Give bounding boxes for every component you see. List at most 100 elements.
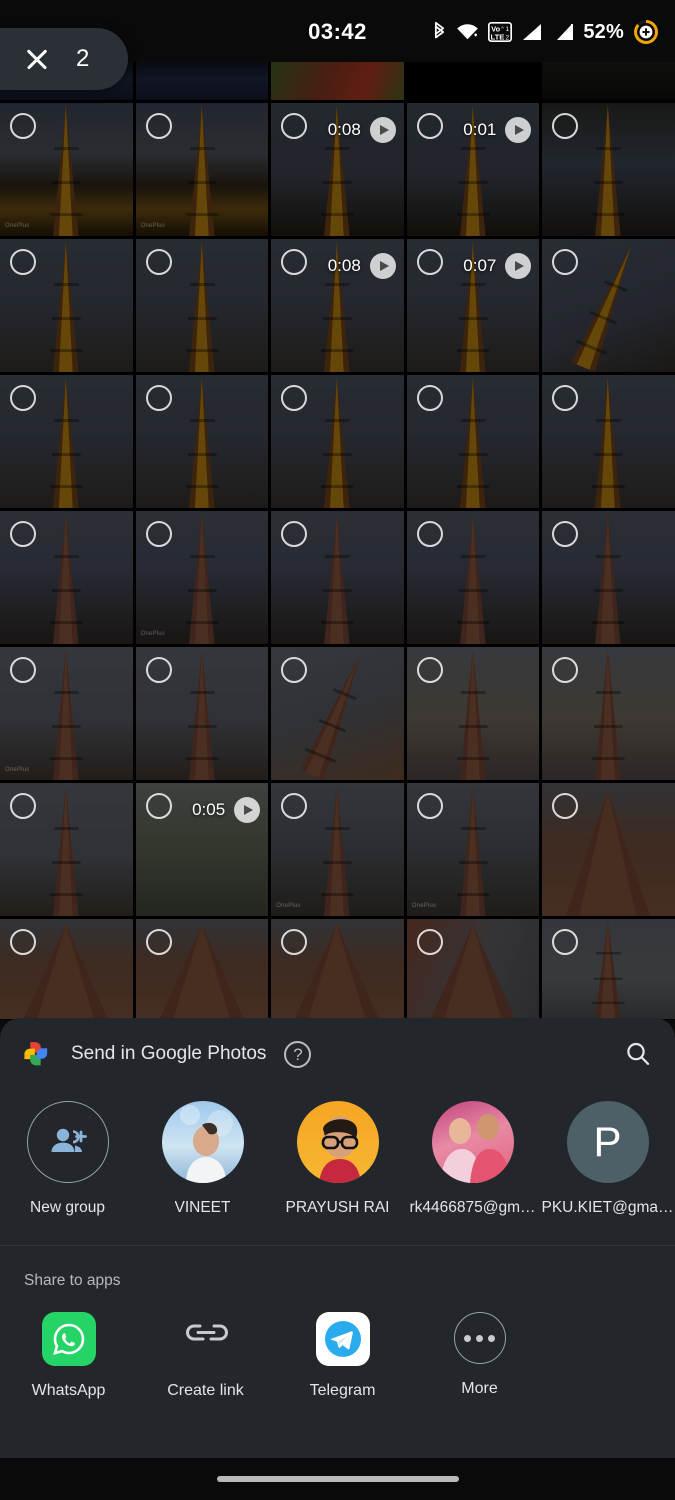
grid-video-thumbnail[interactable]: 0:05 bbox=[135, 783, 269, 916]
selection-counter-pill[interactable]: 2 bbox=[0, 28, 128, 90]
selection-checkbox[interactable] bbox=[416, 929, 443, 955]
selection-checkbox[interactable] bbox=[145, 385, 172, 411]
grid-photo-thumbnail[interactable] bbox=[0, 511, 133, 644]
grid-photo-thumbnail[interactable] bbox=[135, 62, 269, 100]
play-icon[interactable] bbox=[369, 253, 396, 279]
selection-checkbox[interactable] bbox=[281, 929, 308, 955]
navigation-bar bbox=[0, 1458, 675, 1500]
grid-photo-thumbnail[interactable] bbox=[0, 375, 133, 508]
contact-chip[interactable]: P PKU.KIET@gma… bbox=[540, 1101, 675, 1217]
play-icon[interactable] bbox=[234, 797, 261, 823]
selection-checkbox[interactable] bbox=[416, 249, 443, 275]
share-app-item[interactable]: Create link bbox=[137, 1312, 274, 1400]
selection-checkbox[interactable] bbox=[10, 521, 36, 547]
grid-photo-thumbnail[interactable] bbox=[542, 783, 675, 916]
close-icon[interactable] bbox=[24, 46, 50, 72]
grid-photo-thumbnail[interactable] bbox=[542, 919, 675, 1019]
grid-photo-thumbnail[interactable] bbox=[0, 239, 133, 372]
watermark-text: OnePlus bbox=[411, 903, 437, 910]
selection-checkbox[interactable] bbox=[281, 249, 308, 275]
contact-chip[interactable]: rk4466875@gm… bbox=[405, 1101, 540, 1217]
selection-checkbox[interactable] bbox=[10, 385, 36, 411]
grid-video-thumbnail[interactable]: 0:08 bbox=[271, 239, 404, 372]
grid-photo-thumbnail[interactable] bbox=[542, 647, 675, 780]
grid-photo-thumbnail[interactable] bbox=[0, 783, 133, 916]
selection-checkbox[interactable] bbox=[145, 521, 172, 547]
selection-checkbox[interactable] bbox=[10, 113, 36, 139]
grid-video-thumbnail[interactable]: 0:07 bbox=[406, 239, 540, 372]
selection-checkbox[interactable] bbox=[281, 113, 308, 139]
share-app-item[interactable]: More bbox=[411, 1312, 548, 1400]
grid-photo-thumbnail[interactable] bbox=[135, 239, 269, 372]
grid-photo-thumbnail[interactable] bbox=[406, 511, 540, 644]
photo-grid-scroll[interactable]: OnePlus OnePlus 0:08 0:01 0:08 0:07 OneP… bbox=[0, 62, 675, 1020]
grid-photo-thumbnail[interactable] bbox=[542, 375, 675, 508]
home-gesture-pill[interactable] bbox=[216, 1476, 459, 1482]
grid-photo-thumbnail[interactable]: OnePlus bbox=[406, 783, 540, 916]
selection-checkbox[interactable] bbox=[145, 929, 172, 955]
thumbnail-image bbox=[406, 62, 540, 100]
grid-photo-thumbnail[interactable] bbox=[542, 62, 675, 100]
wifi-icon bbox=[456, 22, 479, 42]
selection-checkbox[interactable] bbox=[145, 793, 172, 819]
photo-grid[interactable]: OnePlus OnePlus 0:08 0:01 0:08 0:07 OneP… bbox=[0, 62, 675, 1019]
selection-checkbox[interactable] bbox=[281, 657, 308, 683]
grid-video-thumbnail[interactable]: 0:08 bbox=[271, 103, 404, 236]
apps-row[interactable]: WhatsApp Create link Telegram More bbox=[0, 1290, 675, 1400]
selection-checkbox[interactable] bbox=[10, 657, 36, 683]
contact-chip[interactable]: New group bbox=[0, 1101, 135, 1217]
grid-photo-thumbnail[interactable]: OnePlus bbox=[271, 783, 404, 916]
play-icon[interactable] bbox=[369, 117, 396, 143]
selection-checkbox[interactable] bbox=[416, 113, 443, 139]
share-app-item[interactable]: WhatsApp bbox=[0, 1312, 137, 1400]
grid-photo-thumbnail[interactable] bbox=[406, 647, 540, 780]
contacts-row[interactable]: New group VINEET PRAYUSH RAI rk4466875@g… bbox=[0, 1085, 675, 1223]
selection-checkbox[interactable] bbox=[145, 249, 172, 275]
grid-photo-thumbnail[interactable] bbox=[271, 375, 404, 508]
selection-checkbox[interactable] bbox=[281, 385, 308, 411]
grid-photo-thumbnail[interactable] bbox=[542, 239, 675, 372]
selection-checkbox[interactable] bbox=[416, 385, 443, 411]
share-to-apps-label: Share to apps bbox=[24, 1272, 121, 1289]
grid-photo-thumbnail[interactable] bbox=[406, 919, 540, 1019]
video-duration-text: 0:07 bbox=[463, 256, 497, 275]
selection-checkbox[interactable] bbox=[416, 657, 443, 683]
selection-checkbox[interactable] bbox=[10, 249, 36, 275]
grid-photo-thumbnail[interactable] bbox=[542, 103, 675, 236]
grid-photo-thumbnail[interactable] bbox=[135, 647, 269, 780]
contact-chip[interactable]: VINEET bbox=[135, 1101, 270, 1217]
grid-video-thumbnail[interactable]: 0:01 bbox=[406, 103, 540, 236]
selection-checkbox[interactable] bbox=[416, 521, 443, 547]
grid-photo-thumbnail[interactable]: OnePlus bbox=[135, 511, 269, 644]
selection-checkbox[interactable] bbox=[10, 793, 36, 819]
search-icon[interactable] bbox=[623, 1039, 653, 1069]
grid-photo-thumbnail[interactable] bbox=[0, 919, 133, 1019]
share-app-item[interactable]: Telegram bbox=[274, 1312, 411, 1400]
grid-photo-thumbnail[interactable] bbox=[271, 62, 404, 100]
selection-checkbox[interactable] bbox=[281, 521, 308, 547]
video-duration-text: 0:08 bbox=[327, 120, 361, 139]
status-icons: Vo ^ 1 LTE 2 52% bbox=[432, 19, 659, 45]
grid-photo-thumbnail[interactable]: OnePlus bbox=[0, 103, 133, 236]
grid-photo-thumbnail[interactable] bbox=[135, 919, 269, 1019]
selection-checkbox[interactable] bbox=[145, 657, 172, 683]
grid-photo-thumbnail[interactable] bbox=[271, 919, 404, 1019]
selection-checkbox[interactable] bbox=[281, 793, 308, 819]
contact-chip[interactable]: PRAYUSH RAI bbox=[270, 1101, 405, 1217]
grid-photo-thumbnail[interactable] bbox=[406, 62, 540, 100]
grid-photo-thumbnail[interactable] bbox=[542, 511, 675, 644]
whatsapp-icon bbox=[41, 1312, 96, 1366]
grid-photo-thumbnail[interactable]: OnePlus bbox=[135, 103, 269, 236]
selection-checkbox[interactable] bbox=[10, 929, 36, 955]
help-circle-icon[interactable]: ? bbox=[284, 1040, 312, 1068]
grid-photo-thumbnail[interactable] bbox=[406, 375, 540, 508]
play-icon[interactable] bbox=[505, 117, 532, 143]
grid-photo-thumbnail[interactable] bbox=[271, 511, 404, 644]
grid-photo-thumbnail[interactable] bbox=[271, 647, 404, 780]
play-icon[interactable] bbox=[505, 253, 532, 279]
selection-checkbox[interactable] bbox=[145, 113, 172, 139]
avatar bbox=[161, 1101, 244, 1183]
grid-photo-thumbnail[interactable] bbox=[135, 375, 269, 508]
selection-checkbox[interactable] bbox=[416, 793, 443, 819]
grid-photo-thumbnail[interactable]: OnePlus bbox=[0, 647, 133, 780]
